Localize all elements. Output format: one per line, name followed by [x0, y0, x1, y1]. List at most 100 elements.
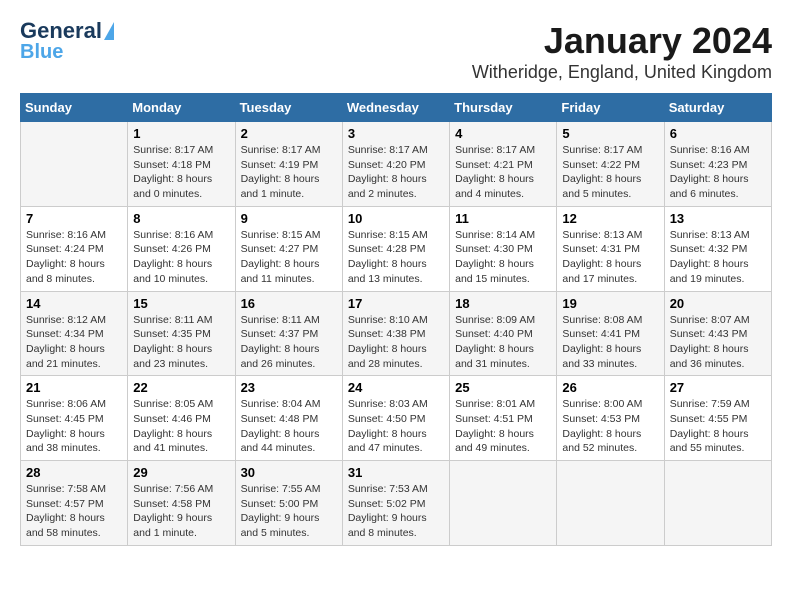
day-info: Sunrise: 8:03 AM Sunset: 4:50 PM Dayligh… [348, 397, 444, 456]
day-info: Sunrise: 7:53 AM Sunset: 5:02 PM Dayligh… [348, 482, 444, 541]
calendar-cell: 11Sunrise: 8:14 AM Sunset: 4:30 PM Dayli… [450, 206, 557, 291]
day-number: 14 [26, 296, 122, 311]
day-number: 28 [26, 465, 122, 480]
title-block: January 2024 Witheridge, England, United… [472, 20, 772, 83]
calendar-cell: 8 Sunrise: 8:16 AM Sunset: 4:26 PM Daylig… [128, 206, 235, 291]
calendar-cell: 15 Sunrise: 8:11 AM Sunset: 4:35 PM Dayli… [128, 291, 235, 376]
day-number: 15 [133, 296, 229, 311]
day-number: 11 [455, 211, 551, 226]
day-info: Sunrise: 7:58 AM Sunset: 4:57 PM Dayligh… [26, 482, 122, 541]
logo-text-blue: Blue [20, 42, 63, 62]
day-info: Sunrise: 7:55 AM Sunset: 5:00 PM Dayligh… [241, 482, 337, 541]
calendar-cell: 4Sunrise: 8:17 AM Sunset: 4:21 PM Daylig… [450, 122, 557, 207]
day-info: Sunrise: 8:15 AM Sunset: 4:27 PM Dayligh… [241, 228, 337, 287]
day-info: Sunrise: 8:04 AM Sunset: 4:48 PM Dayligh… [241, 397, 337, 456]
col-header-monday: Monday [128, 94, 235, 122]
day-number: 9 [241, 211, 337, 226]
day-number: 6 [670, 126, 766, 141]
col-header-wednesday: Wednesday [342, 94, 449, 122]
day-info: Sunrise: 8:01 AM Sunset: 4:51 PM Dayligh… [455, 397, 551, 456]
col-header-friday: Friday [557, 94, 664, 122]
day-info: Sunrise: 7:59 AM Sunset: 4:55 PM Dayligh… [670, 397, 766, 456]
day-info: Sunrise: 8:17 AM Sunset: 4:20 PM Dayligh… [348, 143, 444, 202]
day-number: 4 [455, 126, 551, 141]
day-number: 24 [348, 380, 444, 395]
calendar-cell: 27 Sunrise: 7:59 AM Sunset: 4:55 PM Dayli… [664, 376, 771, 461]
calendar-cell [664, 461, 771, 546]
calendar-table: SundayMondayTuesdayWednesdayThursdayFrid… [20, 93, 772, 546]
day-number: 19 [562, 296, 658, 311]
day-info: Sunrise: 8:16 AM Sunset: 4:26 PM Dayligh… [133, 228, 229, 287]
day-number: 27 [670, 380, 766, 395]
day-number: 2 [241, 126, 337, 141]
day-info: Sunrise: 8:07 AM Sunset: 4:43 PM Dayligh… [670, 313, 766, 372]
day-number: 18 [455, 296, 551, 311]
day-info: Sunrise: 8:12 AM Sunset: 4:34 PM Dayligh… [26, 313, 122, 372]
calendar-cell: 23 Sunrise: 8:04 AM Sunset: 4:48 PM Dayli… [235, 376, 342, 461]
logo-triangle-icon [104, 22, 114, 40]
location-subtitle: Witheridge, England, United Kingdom [472, 62, 772, 83]
day-number: 8 [133, 211, 229, 226]
day-number: 3 [348, 126, 444, 141]
calendar-week-row: 28 Sunrise: 7:58 AM Sunset: 4:57 PM Dayli… [21, 461, 772, 546]
day-number: 1 [133, 126, 229, 141]
calendar-cell: 21Sunrise: 8:06 AM Sunset: 4:45 PM Dayli… [21, 376, 128, 461]
calendar-cell: 31Sunrise: 7:53 AM Sunset: 5:02 PM Dayli… [342, 461, 449, 546]
day-info: Sunrise: 8:13 AM Sunset: 4:32 PM Dayligh… [670, 228, 766, 287]
calendar-cell: 12Sunrise: 8:13 AM Sunset: 4:31 PM Dayli… [557, 206, 664, 291]
calendar-cell: 10 Sunrise: 8:15 AM Sunset: 4:28 PM Dayli… [342, 206, 449, 291]
calendar-cell: 29 Sunrise: 7:56 AM Sunset: 4:58 PM Dayli… [128, 461, 235, 546]
day-info: Sunrise: 8:16 AM Sunset: 4:23 PM Dayligh… [670, 143, 766, 202]
calendar-cell: 26 Sunrise: 8:00 AM Sunset: 4:53 PM Dayli… [557, 376, 664, 461]
calendar-week-row: 1Sunrise: 8:17 AM Sunset: 4:18 PM Daylig… [21, 122, 772, 207]
calendar-cell: 18 Sunrise: 8:09 AM Sunset: 4:40 PM Dayli… [450, 291, 557, 376]
day-number: 20 [670, 296, 766, 311]
day-info: Sunrise: 8:00 AM Sunset: 4:53 PM Dayligh… [562, 397, 658, 456]
day-number: 22 [133, 380, 229, 395]
day-number: 25 [455, 380, 551, 395]
day-info: Sunrise: 8:17 AM Sunset: 4:19 PM Dayligh… [241, 143, 337, 202]
col-header-saturday: Saturday [664, 94, 771, 122]
day-number: 17 [348, 296, 444, 311]
calendar-cell: 5Sunrise: 8:17 AM Sunset: 4:22 PM Daylig… [557, 122, 664, 207]
col-header-sunday: Sunday [21, 94, 128, 122]
day-number: 13 [670, 211, 766, 226]
calendar-cell: 13 Sunrise: 8:13 AM Sunset: 4:32 PM Dayli… [664, 206, 771, 291]
calendar-cell: 14 Sunrise: 8:12 AM Sunset: 4:34 PM Dayli… [21, 291, 128, 376]
day-number: 10 [348, 211, 444, 226]
calendar-cell: 6 Sunrise: 8:16 AM Sunset: 4:23 PM Daylig… [664, 122, 771, 207]
calendar-cell [21, 122, 128, 207]
day-number: 29 [133, 465, 229, 480]
calendar-cell [450, 461, 557, 546]
day-info: Sunrise: 7:56 AM Sunset: 4:58 PM Dayligh… [133, 482, 229, 541]
calendar-cell: 28 Sunrise: 7:58 AM Sunset: 4:57 PM Dayli… [21, 461, 128, 546]
day-info: Sunrise: 8:08 AM Sunset: 4:41 PM Dayligh… [562, 313, 658, 372]
calendar-week-row: 7 Sunrise: 8:16 AM Sunset: 4:24 PM Daylig… [21, 206, 772, 291]
day-info: Sunrise: 8:16 AM Sunset: 4:24 PM Dayligh… [26, 228, 122, 287]
calendar-cell: 1Sunrise: 8:17 AM Sunset: 4:18 PM Daylig… [128, 122, 235, 207]
day-info: Sunrise: 8:09 AM Sunset: 4:40 PM Dayligh… [455, 313, 551, 372]
day-number: 7 [26, 211, 122, 226]
day-number: 16 [241, 296, 337, 311]
calendar-cell: 16 Sunrise: 8:11 AM Sunset: 4:37 PM Dayli… [235, 291, 342, 376]
day-info: Sunrise: 8:11 AM Sunset: 4:37 PM Dayligh… [241, 313, 337, 372]
calendar-week-row: 14 Sunrise: 8:12 AM Sunset: 4:34 PM Dayli… [21, 291, 772, 376]
day-info: Sunrise: 8:11 AM Sunset: 4:35 PM Dayligh… [133, 313, 229, 372]
calendar-cell: 24 Sunrise: 8:03 AM Sunset: 4:50 PM Dayli… [342, 376, 449, 461]
page-header: General Blue January 2024 Witheridge, En… [20, 20, 772, 83]
calendar-cell: 19 Sunrise: 8:08 AM Sunset: 4:41 PM Dayli… [557, 291, 664, 376]
day-number: 5 [562, 126, 658, 141]
month-year-title: January 2024 [472, 20, 772, 62]
col-header-tuesday: Tuesday [235, 94, 342, 122]
day-info: Sunrise: 8:06 AM Sunset: 4:45 PM Dayligh… [26, 397, 122, 456]
col-header-thursday: Thursday [450, 94, 557, 122]
logo-text-general: General [20, 20, 102, 42]
calendar-cell: 25 Sunrise: 8:01 AM Sunset: 4:51 PM Dayli… [450, 376, 557, 461]
calendar-cell: 30 Sunrise: 7:55 AM Sunset: 5:00 PM Dayli… [235, 461, 342, 546]
calendar-cell: 17Sunrise: 8:10 AM Sunset: 4:38 PM Dayli… [342, 291, 449, 376]
day-number: 23 [241, 380, 337, 395]
day-number: 30 [241, 465, 337, 480]
day-info: Sunrise: 8:13 AM Sunset: 4:31 PM Dayligh… [562, 228, 658, 287]
day-info: Sunrise: 8:15 AM Sunset: 4:28 PM Dayligh… [348, 228, 444, 287]
day-number: 26 [562, 380, 658, 395]
